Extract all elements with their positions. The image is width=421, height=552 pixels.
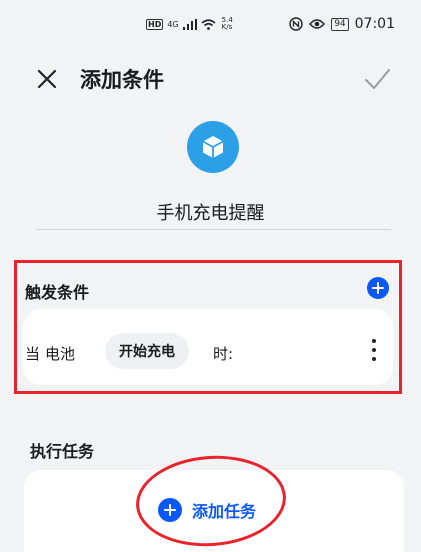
cube-icon [202, 136, 224, 158]
rule-icon[interactable] [187, 121, 239, 173]
page-title: 添加条件 [80, 68, 164, 92]
plus-icon [372, 282, 384, 294]
more-options-icon[interactable] [371, 339, 377, 361]
trigger-card[interactable]: 当 电池 开始充电 时: [23, 309, 393, 385]
condition-chip[interactable]: 开始充电 [105, 333, 189, 369]
net-speed: 5.4 K/s [222, 17, 233, 31]
wifi-icon [201, 18, 216, 30]
header: 添加条件 [0, 58, 421, 102]
status-right: 94 07:01 [289, 16, 395, 32]
eye-icon [309, 19, 326, 29]
status-bar: HD 4G 5.4 K/s 94 07:01 [0, 0, 421, 46]
trigger-title: 触发条件 [25, 283, 90, 302]
task-title: 执行任务 [30, 442, 95, 461]
check-icon[interactable] [363, 65, 391, 93]
signal-label: 4G [167, 19, 179, 29]
hd-badge: HD [146, 18, 164, 30]
signal-icon [182, 18, 197, 30]
condition-device: 电池 [45, 345, 76, 363]
close-icon[interactable] [34, 66, 60, 92]
rule-name[interactable]: 手机充电提醒 [0, 199, 421, 225]
add-trigger-button[interactable] [367, 277, 389, 299]
condition-when: 当 [25, 345, 41, 363]
battery-indicator: 94 [331, 17, 349, 31]
status-left: HD 4G 5.4 K/s [146, 17, 233, 31]
status-time: 07:01 [354, 16, 395, 32]
net-speed-unit: K/s [221, 23, 233, 31]
condition-suffix: 时: [213, 345, 234, 363]
trigger-section: 触发条件 当 电池 开始充电 时: [14, 260, 402, 394]
name-underline [36, 229, 391, 230]
nfc-icon [289, 17, 303, 31]
